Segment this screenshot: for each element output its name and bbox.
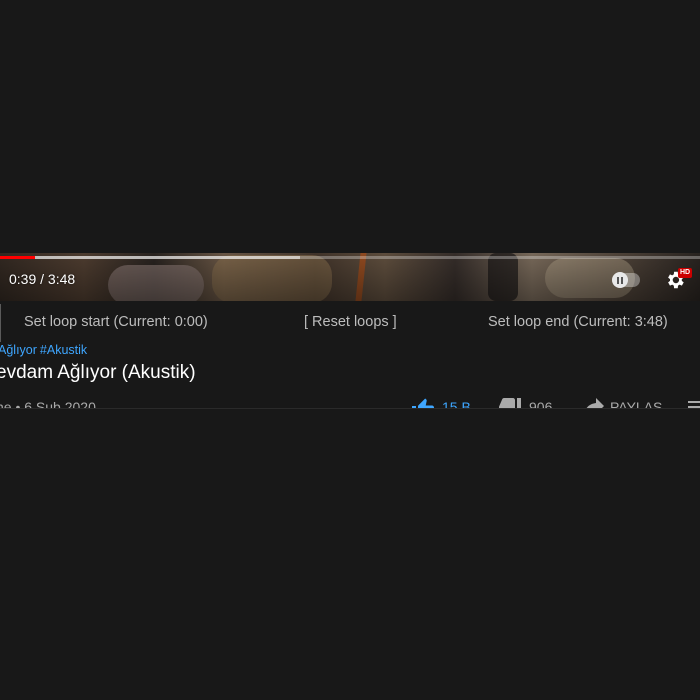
progress-buffered (0, 256, 300, 259)
video-info-row: ne • 6 Şub 2020 15 B 906 PAYLAŞ (0, 395, 700, 409)
autoplay-toggle[interactable] (612, 272, 640, 288)
hashtag-list: Ağlıyor #Akustik (0, 343, 90, 357)
page: 0:39 / 3:48 HD Set loop start (Current: … (0, 0, 700, 700)
pause-icon (612, 272, 628, 288)
video-title: evdam Ağlıyor (Akustik) (0, 362, 196, 383)
set-loop-start-button[interactable]: Set loop start (Current: 0:00) (24, 314, 208, 330)
hashtag-link[interactable]: Ağlıyor (0, 343, 37, 357)
progress-played (0, 256, 35, 259)
video-player-thumbnail[interactable] (0, 253, 700, 301)
hd-badge: HD (678, 268, 693, 278)
set-loop-end-button[interactable]: Set loop end (Current: 3:48) (488, 314, 668, 330)
divider (0, 408, 700, 409)
video-overlay-shade (0, 253, 700, 301)
loop-controls: Set loop start (Current: 0:00) [ Reset l… (0, 304, 700, 342)
reset-loops-button[interactable]: [ Reset loops ] (304, 314, 397, 330)
time-display: 0:39 / 3:48 (9, 271, 76, 287)
hashtag-link[interactable]: #Akustik (40, 343, 87, 357)
